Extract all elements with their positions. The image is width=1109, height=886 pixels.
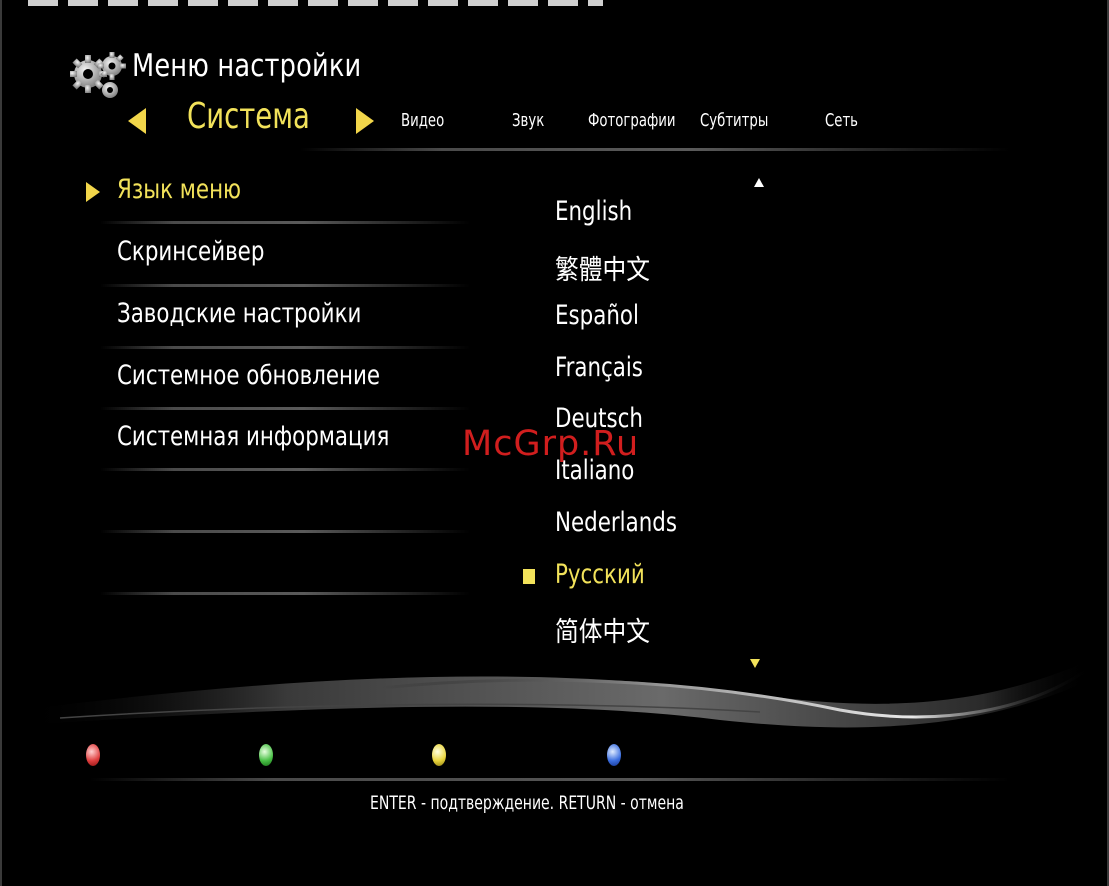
menu-divider <box>100 592 470 595</box>
menu-divider <box>100 407 470 410</box>
language-option-dutch[interactable]: Nederlands <box>555 507 677 538</box>
tab-video[interactable]: Видео <box>401 110 444 131</box>
footer-hint: ENTER - подтверждение. RETURN - отмена <box>370 792 684 814</box>
menu-item-language[interactable]: Язык меню <box>117 174 241 205</box>
menu-divider <box>100 284 470 287</box>
tab-network[interactable]: Сеть <box>825 110 858 131</box>
page-title: Меню настройки <box>132 48 362 84</box>
blue-button-icon[interactable] <box>607 744 621 766</box>
tab-photos[interactable]: Фотографии <box>588 110 676 131</box>
language-option-french[interactable]: Français <box>555 352 643 383</box>
menu-item-factory-settings[interactable]: Заводские настройки <box>117 298 361 329</box>
tab-prev-arrow-icon[interactable] <box>128 108 146 134</box>
green-button-icon[interactable] <box>259 744 273 766</box>
menu-divider <box>100 346 470 349</box>
language-option-english[interactable]: English <box>555 196 632 227</box>
tab-audio[interactable]: Звук <box>512 110 544 131</box>
tab-bar-divider <box>300 148 1010 151</box>
red-button-icon[interactable] <box>86 744 100 766</box>
menu-item-screensaver[interactable]: Скринсейвер <box>117 236 264 267</box>
menu-divider <box>100 468 470 471</box>
menu-item-system-update[interactable]: Системное обновление <box>117 360 380 391</box>
gear-icon <box>70 52 126 98</box>
yellow-button-icon[interactable] <box>432 744 446 766</box>
watermark: McGrp.Ru <box>462 424 640 464</box>
language-option-russian[interactable]: Русский <box>555 559 645 590</box>
footer-divider <box>90 778 1010 781</box>
tab-system[interactable]: Система <box>187 96 310 137</box>
tab-subtitles[interactable]: Субтитры <box>700 110 768 131</box>
language-option-spanish[interactable]: Español <box>555 300 639 331</box>
top-border-decoration <box>28 0 603 6</box>
menu-item-system-info[interactable]: Системная информация <box>117 421 389 452</box>
language-option-traditional-chinese[interactable]: 繁體中文 <box>555 248 650 287</box>
menu-cursor-icon <box>86 182 100 202</box>
decorative-swoosh <box>20 660 1091 728</box>
tab-next-arrow-icon[interactable] <box>356 108 374 134</box>
scroll-up-icon[interactable] <box>754 178 764 187</box>
selected-marker-icon <box>523 569 535 584</box>
menu-divider <box>100 221 470 224</box>
menu-divider <box>100 530 470 533</box>
